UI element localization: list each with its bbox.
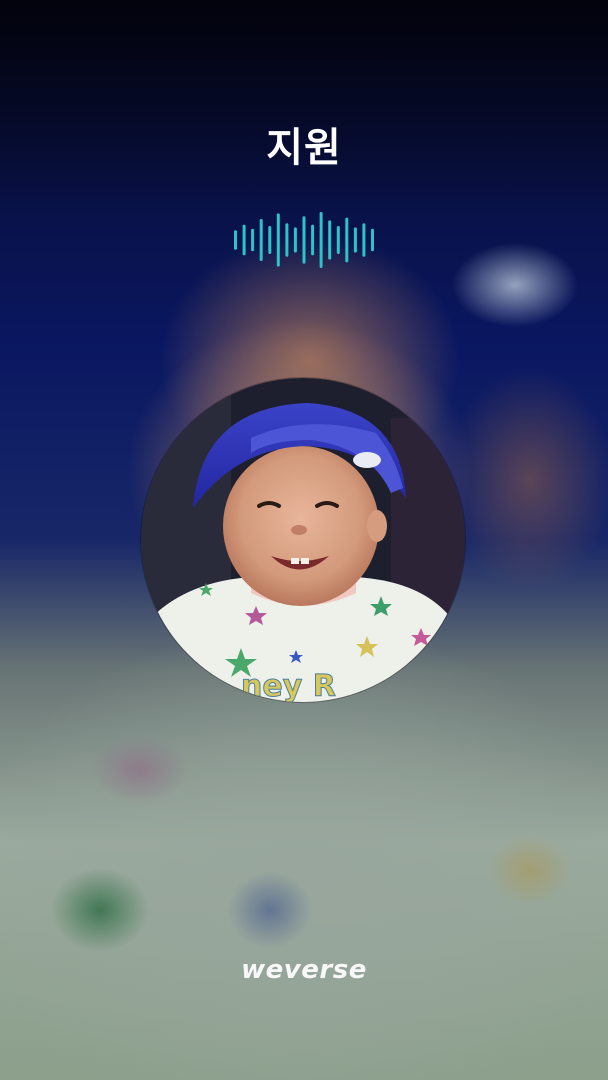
- waveform-bar: [353, 227, 357, 253]
- waveform-bar: [234, 230, 237, 250]
- waveform-bar: [251, 228, 255, 252]
- profile-avatar[interactable]: ney R: [141, 378, 465, 702]
- waveform-bar: [336, 226, 340, 254]
- waveform-bar: [311, 224, 315, 256]
- caller-name: 지원: [266, 125, 342, 171]
- audio-waveform-icon: [234, 210, 374, 270]
- waveform-bar: [319, 212, 323, 268]
- waveform-bar: [293, 227, 297, 253]
- waveform-bar: [302, 216, 306, 264]
- call-screen: 지원 ney R weverse: [0, 0, 608, 1080]
- waveform-bar: [345, 217, 349, 263]
- waveform-bar: [242, 224, 246, 256]
- waveform-bar: [276, 213, 280, 267]
- waveform-bar: [362, 223, 366, 257]
- weverse-logo: weverse: [241, 955, 367, 985]
- waveform-bar: [285, 223, 289, 257]
- waveform-bar: [259, 219, 263, 261]
- waveform-bar: [371, 228, 374, 252]
- waveform-bar: [328, 220, 332, 260]
- profile-photo: ney R: [141, 378, 465, 702]
- waveform-bar: [268, 226, 272, 254]
